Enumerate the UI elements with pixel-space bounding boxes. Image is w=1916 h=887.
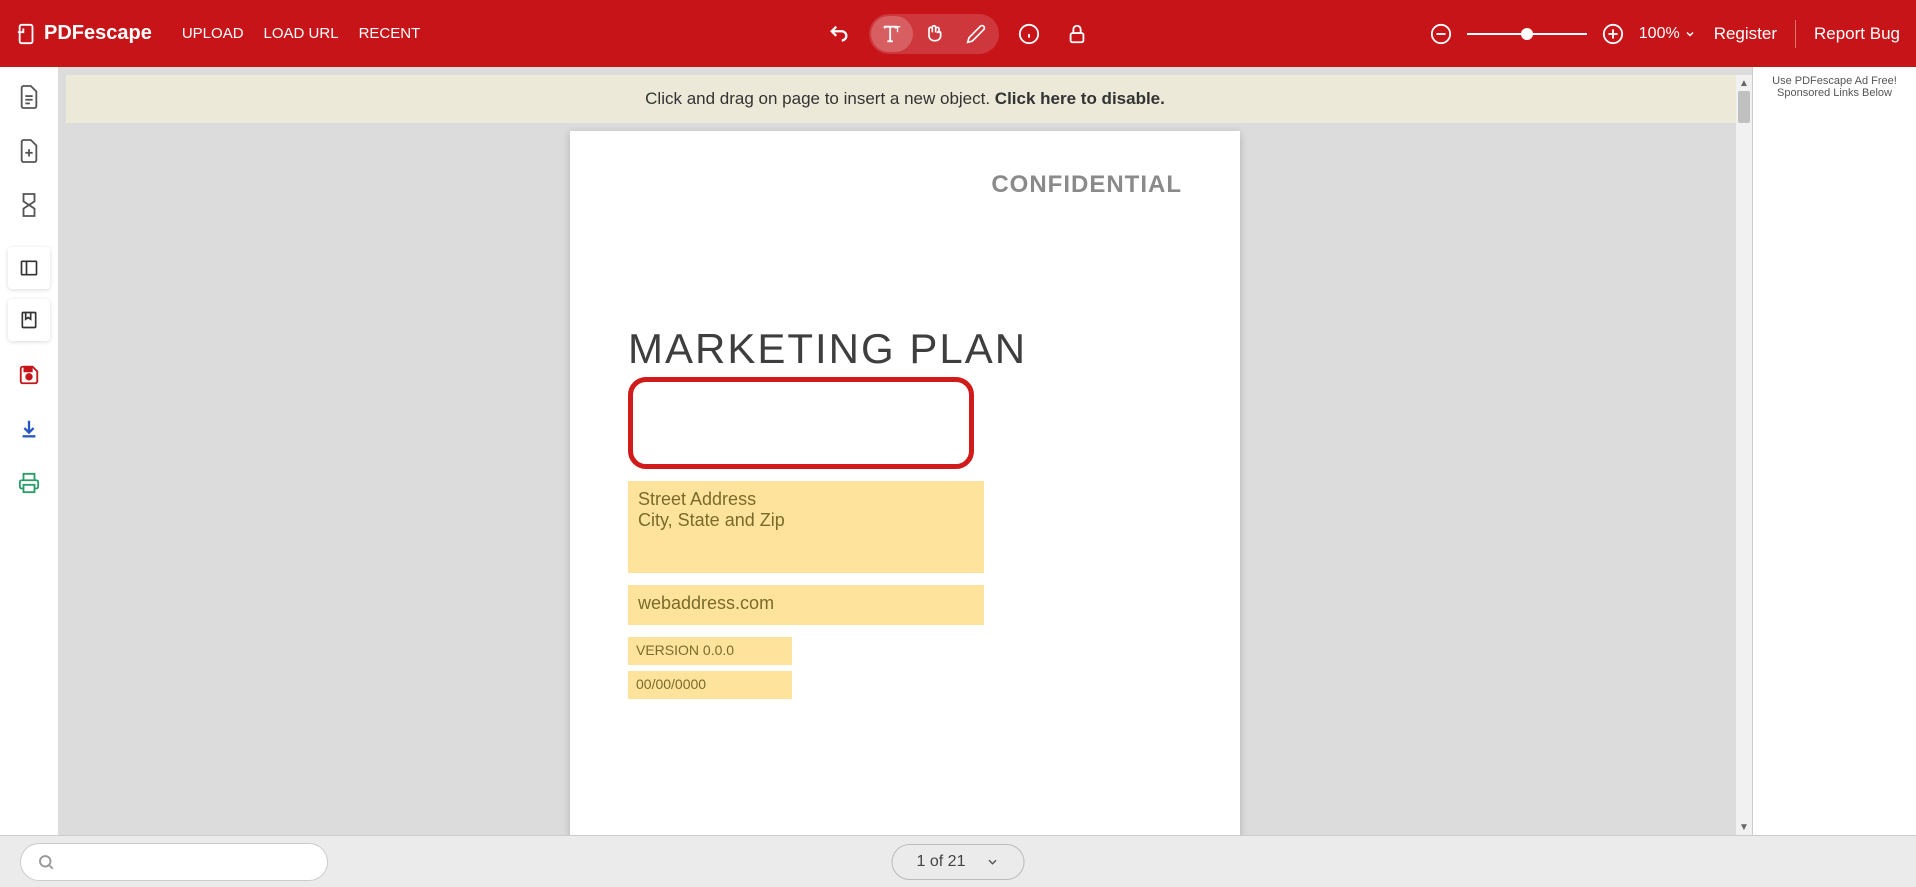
zoom-value: 100% (1639, 25, 1680, 43)
document-container: Click and drag on page to insert a new o… (58, 67, 1752, 835)
search-input[interactable] (20, 843, 328, 881)
web-field[interactable]: webaddress.com (628, 585, 984, 625)
document-page[interactable]: CONFIDENTIAL MARKETING PLAN Street Addre… (570, 131, 1240, 835)
ad-text-1: Use PDFescape Ad Free! (1761, 75, 1908, 87)
toolbar-center (821, 14, 1095, 54)
scroll-up-arrow[interactable]: ▲ (1736, 75, 1752, 91)
vertical-scrollbar[interactable]: ▲ ▼ (1736, 75, 1752, 835)
search-icon (37, 853, 55, 871)
add-page-icon[interactable] (17, 139, 41, 163)
upload-link[interactable]: UPLOAD (182, 25, 244, 42)
zoom-controls: 100% (1423, 16, 1696, 52)
file-icon[interactable] (17, 85, 41, 109)
watermark-text: CONFIDENTIAL (628, 171, 1182, 199)
logo-icon (16, 23, 38, 45)
chevron-down-icon (1684, 28, 1696, 40)
header-nav: UPLOAD LOAD URL RECENT (182, 25, 420, 42)
download-icon[interactable] (17, 417, 41, 441)
load-url-link[interactable]: LOAD URL (264, 25, 339, 42)
recent-link[interactable]: RECENT (359, 25, 421, 42)
panel-toggle-button[interactable] (8, 247, 50, 289)
footer: 1 of 21 (0, 835, 1916, 887)
zoom-in-button[interactable] (1595, 16, 1631, 52)
version-text: VERSION 0.0.0 (636, 642, 734, 658)
version-field[interactable]: VERSION 0.0.0 (628, 637, 792, 665)
web-text: webaddress.com (638, 593, 774, 613)
notification-bar[interactable]: Click and drag on page to insert a new o… (66, 75, 1744, 123)
scrollbar-thumb[interactable] (1738, 91, 1750, 123)
notification-text: Click and drag on page to insert a new o… (645, 89, 995, 108)
save-icon[interactable] (17, 363, 41, 387)
chevron-down-icon (985, 855, 999, 869)
hand-tool-button[interactable] (913, 16, 955, 52)
left-sidebar (0, 67, 58, 835)
document-scroll-area[interactable]: CONFIDENTIAL MARKETING PLAN Street Addre… (58, 123, 1752, 835)
tool-mode-group (869, 14, 999, 54)
selection-highlight[interactable] (628, 377, 974, 469)
header-right: 100% Register Report Bug (1423, 16, 1900, 52)
info-button[interactable] (1011, 16, 1047, 52)
logo[interactable]: PDFescape (16, 22, 152, 45)
page-break-icon[interactable] (17, 193, 41, 217)
logo-text: PDFescape (44, 22, 152, 45)
scroll-down-arrow[interactable]: ▼ (1736, 819, 1752, 835)
ad-panel: Use PDFescape Ad Free! Sponsored Links B… (1752, 67, 1916, 835)
zoom-slider[interactable] (1467, 33, 1587, 35)
zoom-out-button[interactable] (1423, 16, 1459, 52)
text-tool-button[interactable] (871, 16, 913, 52)
undo-button[interactable] (821, 16, 857, 52)
divider (1795, 20, 1796, 48)
ad-text-2: Sponsored Links Below (1761, 87, 1908, 99)
address-line-2: City, State and Zip (638, 510, 974, 531)
date-field[interactable]: 00/00/0000 (628, 671, 792, 699)
print-icon[interactable] (17, 471, 41, 495)
page-indicator-text: 1 of 21 (917, 853, 966, 871)
document-title: MARKETING PLAN (628, 325, 1182, 373)
report-bug-link[interactable]: Report Bug (1814, 24, 1900, 44)
main-area: Click and drag on page to insert a new o… (0, 67, 1916, 835)
address-field[interactable]: Street Address City, State and Zip (628, 481, 984, 573)
date-text: 00/00/0000 (636, 676, 706, 692)
zoom-slider-handle[interactable] (1521, 28, 1533, 40)
top-header: PDFescape UPLOAD LOAD URL RECENT (0, 0, 1916, 67)
page-indicator[interactable]: 1 of 21 (892, 844, 1025, 880)
address-line-1: Street Address (638, 489, 974, 510)
lock-button[interactable] (1059, 16, 1095, 52)
zoom-dropdown[interactable]: 100% (1639, 25, 1696, 43)
register-link[interactable]: Register (1714, 24, 1777, 44)
draw-tool-button[interactable] (955, 16, 997, 52)
notification-action[interactable]: Click here to disable. (995, 89, 1165, 108)
bookmark-button[interactable] (8, 299, 50, 341)
